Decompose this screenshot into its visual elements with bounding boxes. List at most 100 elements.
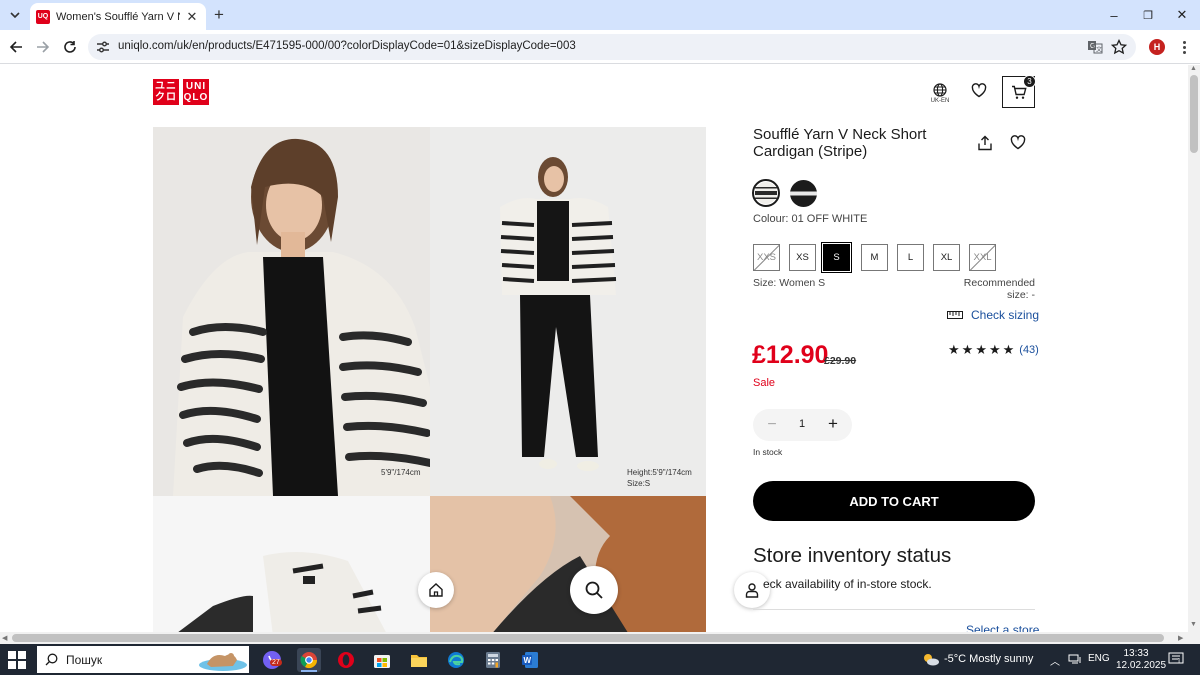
tab-close-icon[interactable]: ✕ xyxy=(184,9,200,25)
search-button[interactable] xyxy=(570,566,618,614)
uniqlo-favicon: UQ xyxy=(36,9,50,24)
network-icon[interactable] xyxy=(1068,653,1082,665)
chrome-icon xyxy=(300,652,318,669)
logo-block-katakana: ユニ クロ xyxy=(153,79,179,105)
input-language[interactable]: ENG xyxy=(1088,653,1110,664)
size-option-xs[interactable]: XS xyxy=(789,244,816,271)
opera-taskbar-icon[interactable] xyxy=(334,648,358,672)
site-settings-icon[interactable] xyxy=(95,39,111,55)
colour-label: Colour: 01 OFF WHITE xyxy=(753,213,868,225)
size-option-m[interactable]: M xyxy=(861,244,888,271)
viber-badge: 27 xyxy=(270,659,282,666)
translate-icon[interactable]: G文 xyxy=(1087,39,1103,55)
model-fullbody-image xyxy=(430,127,706,496)
cart-button[interactable]: 3 xyxy=(1002,75,1036,108)
tab-search-button[interactable] xyxy=(4,5,26,25)
viber-taskbar-icon[interactable]: 27 xyxy=(260,648,284,672)
word-icon: W xyxy=(522,652,538,668)
size-label: Size: Women S xyxy=(753,277,826,289)
wishlist-button[interactable] xyxy=(971,83,987,98)
scroll-left-arrow-icon[interactable]: ◀ xyxy=(2,634,7,642)
share-button[interactable] xyxy=(977,135,993,151)
check-sizing-link[interactable]: Check sizing xyxy=(947,308,1039,322)
tab-title: Women's Soufflé Yarn V Neck S xyxy=(56,10,180,23)
store-taskbar-icon[interactable] xyxy=(370,648,394,672)
product-photo-fullbody[interactable]: Height:5'9"/174cm Size:S xyxy=(430,127,706,496)
reload-button[interactable] xyxy=(60,37,80,57)
language-selector[interactable]: UK-EN xyxy=(929,83,951,104)
vertical-scrollbar[interactable]: ▲ ▼ xyxy=(1188,65,1200,632)
add-to-cart-button[interactable]: ADD TO CART xyxy=(753,481,1035,521)
scrollbar-thumb[interactable] xyxy=(1190,75,1198,153)
colour-swatch-off-white[interactable] xyxy=(752,179,780,207)
quantity-stepper: − 1 + xyxy=(753,409,852,441)
restore-button[interactable]: ❐ xyxy=(1135,4,1161,26)
close-window-button[interactable]: ✕ xyxy=(1169,4,1195,26)
review-count-link[interactable]: (43) xyxy=(1019,344,1039,356)
decrease-quantity-button[interactable]: − xyxy=(764,416,780,433)
weather-widget[interactable]: -5°C Mostly sunny xyxy=(922,652,1033,666)
product-photo-closeup[interactable]: 5'9"/174cm xyxy=(153,127,430,496)
taskbar-search[interactable]: Пошук xyxy=(37,646,249,673)
select-store-link[interactable]: Select a store xyxy=(966,623,1039,632)
calculator-taskbar-icon[interactable] xyxy=(481,648,505,672)
back-button[interactable] xyxy=(6,37,26,57)
notification-center-button[interactable]: 1 xyxy=(1168,652,1184,667)
horizontal-scrollbar[interactable]: ◀ ▶ xyxy=(0,632,1200,644)
uniqlo-logo[interactable]: ユニ クロ UNI QLO xyxy=(153,79,209,105)
logo-block-latin: UNI QLO xyxy=(183,79,209,105)
star-icon: ★ xyxy=(961,342,974,357)
chrome-taskbar-icon[interactable] xyxy=(297,648,321,672)
star-icon: ★ xyxy=(948,342,960,357)
size-option-xxl[interactable]: XXL xyxy=(969,244,996,271)
browser-tab[interactable]: UQ Women's Soufflé Yarn V Neck S ✕ xyxy=(30,3,206,30)
heart-icon xyxy=(1010,135,1026,150)
profile-avatar[interactable]: H xyxy=(1149,39,1165,55)
word-taskbar-icon[interactable]: W xyxy=(518,648,542,672)
web-page: ユニ クロ UNI QLO UK-EN 3 5'9"/174cm Height:… xyxy=(0,65,1188,632)
model-height-note: Height:5'9"/174cm xyxy=(627,468,692,477)
logo-text: UNI xyxy=(185,81,207,92)
size-option-xl[interactable]: XL xyxy=(933,244,960,271)
show-hidden-icons-chevron-icon[interactable]: ︿ xyxy=(1050,653,1060,668)
colour-swatch-black[interactable] xyxy=(789,179,817,207)
size-option-s[interactable]: S xyxy=(821,242,852,273)
scrollbar-thumb[interactable] xyxy=(12,634,1164,642)
size-option-l[interactable]: L xyxy=(897,244,924,271)
size-option-xxs[interactable]: XXS xyxy=(753,244,780,271)
star-icon: ★ xyxy=(988,342,1001,357)
scroll-up-arrow-icon[interactable]: ▲ xyxy=(1190,65,1197,72)
model-size-note: Size:S xyxy=(627,479,651,488)
file-explorer-taskbar-icon[interactable] xyxy=(407,648,431,672)
clock[interactable]: 13:33 12.02.2025 xyxy=(1116,648,1166,672)
forward-button[interactable] xyxy=(33,37,53,57)
start-button[interactable] xyxy=(8,651,26,669)
notification-icon xyxy=(1168,652,1184,664)
heart-icon xyxy=(971,83,987,98)
quantity-value[interactable]: 1 xyxy=(793,418,811,430)
minimize-button[interactable]: – xyxy=(1101,4,1127,26)
logo-text: クロ xyxy=(155,92,177,103)
edge-taskbar-icon[interactable] xyxy=(444,648,468,672)
product-photo-neckline[interactable] xyxy=(430,496,706,632)
browser-menu-button[interactable] xyxy=(1176,39,1192,55)
svg-text:文: 文 xyxy=(1096,46,1102,54)
increase-quantity-button[interactable]: + xyxy=(825,414,841,433)
product-photo-detail-flat[interactable] xyxy=(153,496,430,632)
edge-icon xyxy=(448,652,464,668)
home-button[interactable] xyxy=(418,572,454,608)
rating[interactable]: ★ ★ ★ ★ ★ (43) xyxy=(948,343,1039,356)
calculator-icon xyxy=(486,652,500,668)
browser-toolbar: uniqlo.com/uk/en/products/E471595-000/00… xyxy=(0,30,1200,64)
scroll-down-arrow-icon[interactable]: ▼ xyxy=(1190,621,1197,628)
reload-icon xyxy=(64,41,76,53)
folder-icon xyxy=(411,655,427,667)
new-tab-button[interactable]: + xyxy=(210,6,228,24)
add-to-wishlist-button[interactable] xyxy=(1010,135,1026,150)
cart-count-badge: 3 xyxy=(1023,75,1036,88)
svg-text:W: W xyxy=(524,656,532,665)
bookmark-star-icon[interactable] xyxy=(1111,39,1127,55)
scroll-right-arrow-icon[interactable]: ▶ xyxy=(1178,634,1183,642)
divider xyxy=(753,609,1035,610)
address-bar[interactable]: uniqlo.com/uk/en/products/E471595-000/00… xyxy=(88,34,1136,60)
